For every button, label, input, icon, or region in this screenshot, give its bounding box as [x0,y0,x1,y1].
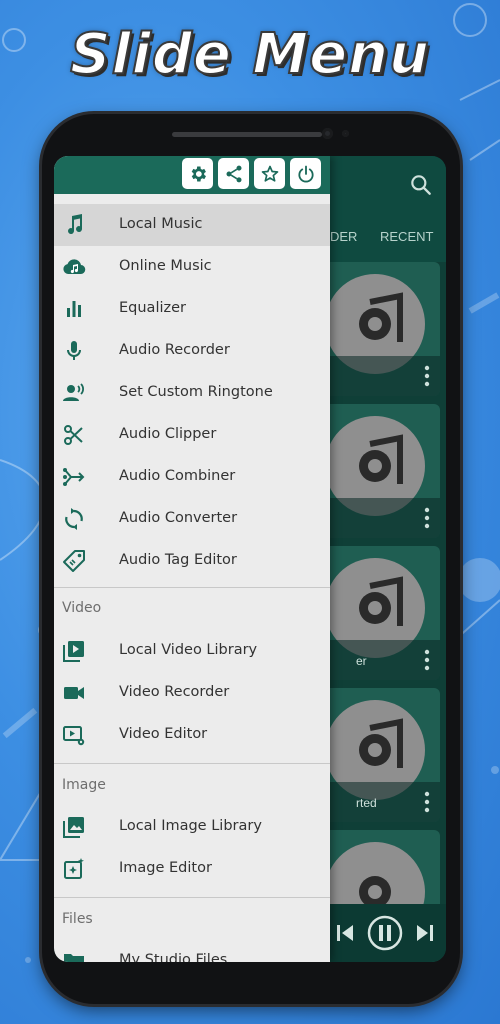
menu-item-label: Local Video Library [119,642,258,658]
menu-item-label: Audio Tag Editor [119,552,237,568]
settings-button[interactable] [182,158,213,189]
section-divider [54,587,330,588]
menu-item-label: Online Music [119,258,212,274]
menu-item-video-editor[interactable]: Video Editor [54,714,330,756]
album-caption-text: rted [356,796,377,810]
menu-item-label: Video Editor [119,726,208,742]
image-edit-icon [64,858,84,879]
share-icon [226,165,241,182]
menu-item-local-image-library[interactable]: Local Image Library [54,806,330,848]
more-vert-icon[interactable] [424,364,430,388]
cloud-music-icon [63,259,86,275]
menu-item-audio-clipper[interactable]: Audio Clipper [54,414,330,456]
scissors-icon [64,425,83,445]
tab-recent[interactable]: RECENT [380,229,433,244]
previous-icon[interactable] [334,922,356,944]
phone-screen: DER RECENT er rted Local Music Online Mu… [54,156,446,962]
menu-item-audio-converter[interactable]: Audio Converter [54,498,330,540]
equalizer-icon [67,301,81,317]
ringtone-icon [63,383,84,401]
section-header-files: Files [62,911,93,927]
menu-item-label: Audio Recorder [119,342,230,358]
tag-icon [63,550,85,572]
settings-icon [191,166,206,181]
menu-item-equalizer[interactable]: Equalizer [54,288,330,330]
menu-item-online-music[interactable]: Online Music [54,246,330,288]
menu-item-label: Video Recorder [119,684,230,700]
section-header-video: Video [62,600,102,616]
more-vert-icon[interactable] [424,790,430,814]
album-caption-text: er [356,654,367,668]
more-vert-icon[interactable] [424,648,430,672]
tab-folder[interactable]: DER [330,229,357,244]
promo-title: Slide Menu [69,21,430,88]
section-divider [54,897,330,898]
menu-item-label: Audio Clipper [119,426,217,442]
section-divider [54,763,330,764]
sensor [342,130,349,137]
menu-item-label: Image Editor [119,860,212,876]
drawer-header [54,156,330,194]
menu-item-label: Audio Combiner [119,468,236,484]
more-vert-icon[interactable] [424,506,430,530]
folder-icon [64,954,84,962]
power-button[interactable] [290,158,321,189]
menu-item-local-music[interactable]: Local Music [54,204,330,246]
video-library-icon [63,641,84,662]
video-camera-icon [64,687,84,699]
menu-item-label: Equalizer [119,300,186,316]
menu-item-audio-recorder[interactable]: Audio Recorder [54,330,330,372]
menu-item-label: Local Image Library [119,818,262,834]
phone-speaker [172,132,322,137]
merge-icon [63,468,85,486]
pause-icon[interactable] [366,914,404,952]
menu-item-image-editor[interactable]: Image Editor [54,848,330,890]
menu-item-label: My Studio Files [119,952,228,962]
share-button[interactable] [218,158,249,189]
rate-button[interactable] [254,158,285,189]
menu-item-label: Set Custom Ringtone [119,384,273,400]
navigation-drawer: Local Music Online Music Equalizer Audio… [54,156,330,962]
power-icon [297,165,314,183]
menu-item-video-recorder[interactable]: Video Recorder [54,672,330,714]
menu-item-label: Audio Converter [119,510,238,526]
search-icon[interactable] [408,172,434,198]
menu-item-audio-tag-editor[interactable]: Audio Tag Editor [54,540,330,582]
microphone-icon [67,341,81,360]
star-icon [261,165,278,182]
next-icon[interactable] [414,922,436,944]
convert-icon [65,508,83,530]
image-library-icon [63,817,84,838]
menu-item-label: Local Music [119,216,203,232]
menu-item-local-video-library[interactable]: Local Video Library [54,630,330,672]
music-note-icon [68,214,83,235]
menu-item-set-custom-ringtone[interactable]: Set Custom Ringtone [54,372,330,414]
front-camera [322,128,333,139]
video-settings-icon [63,726,85,746]
menu-item-audio-combiner[interactable]: Audio Combiner [54,456,330,498]
menu-item-my-studio-files[interactable]: My Studio Files [54,940,330,962]
section-header-image: Image [62,777,106,793]
